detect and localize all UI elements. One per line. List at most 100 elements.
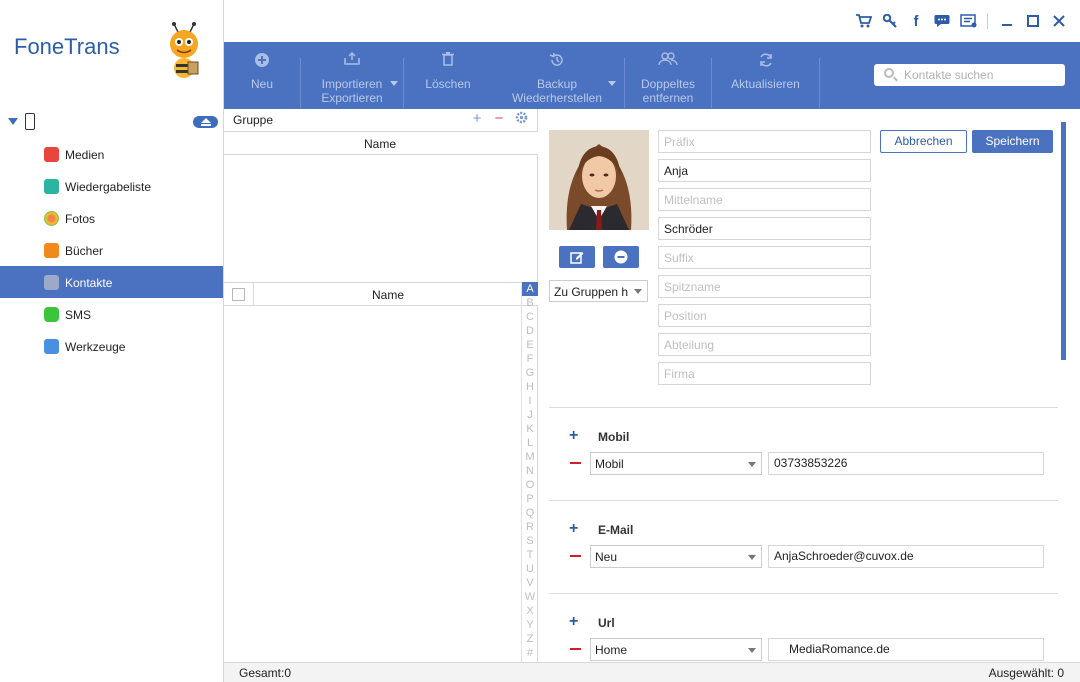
email-type-select[interactable]: Neu xyxy=(590,545,762,568)
alpha-letter[interactable]: K xyxy=(522,422,538,436)
sidebar-item-fotos[interactable]: Fotos xyxy=(0,202,223,234)
alpha-letter[interactable]: E xyxy=(522,338,538,352)
add-to-group-select[interactable]: Zu Gruppen h xyxy=(549,280,648,302)
alpha-letter[interactable]: D xyxy=(522,324,538,338)
alpha-letter[interactable]: R xyxy=(522,520,538,534)
alpha-letter[interactable]: L xyxy=(522,436,538,450)
feedback-list-icon[interactable] xyxy=(955,11,981,31)
add-url-icon[interactable]: + xyxy=(569,614,581,630)
first-name-field[interactable] xyxy=(658,159,871,182)
alpha-letter[interactable]: Y xyxy=(522,618,538,632)
toolbar-divider xyxy=(819,58,820,108)
prefix-field[interactable] xyxy=(658,130,871,153)
alpha-letter[interactable]: F xyxy=(522,352,538,366)
eject-icon[interactable] xyxy=(193,116,218,128)
group-settings-gear-icon[interactable] xyxy=(514,111,528,127)
cart-icon[interactable] xyxy=(851,11,877,31)
alpha-letter[interactable]: W xyxy=(522,590,538,604)
middle-name-field[interactable] xyxy=(658,188,871,211)
alpha-letter[interactable]: S xyxy=(522,534,538,548)
add-email-icon[interactable]: + xyxy=(569,521,581,537)
sidebar-item-werkzeuge[interactable]: Werkzeuge xyxy=(0,330,223,362)
chevron-down-icon xyxy=(748,462,756,467)
export-label: Exportieren xyxy=(321,91,383,105)
minimize-icon[interactable] xyxy=(994,11,1020,31)
close-icon[interactable] xyxy=(1046,11,1072,31)
alpha-letter[interactable]: P xyxy=(522,492,538,506)
alpha-letter[interactable]: B xyxy=(522,296,538,310)
phone-value-field[interactable]: 03733853226 xyxy=(768,452,1044,475)
group-name-column[interactable]: Name xyxy=(364,137,396,151)
nickname-field[interactable] xyxy=(658,275,871,298)
email-section-title: E-Mail xyxy=(598,523,634,537)
url-value-field[interactable]: MediaRomance.de xyxy=(768,638,1044,661)
position-field[interactable] xyxy=(658,304,871,327)
remove-email-icon[interactable] xyxy=(570,555,581,557)
alpha-letter[interactable]: I xyxy=(522,394,538,408)
alpha-letter[interactable]: J xyxy=(522,408,538,422)
remove-photo-button[interactable] xyxy=(603,246,639,268)
refresh-button[interactable]: Aktualisieren xyxy=(712,42,819,109)
company-field[interactable] xyxy=(658,362,871,385)
alpha-letter[interactable]: G xyxy=(522,366,538,380)
alpha-letter[interactable]: X xyxy=(522,604,538,618)
sms-icon xyxy=(44,307,59,322)
alpha-letter[interactable]: C xyxy=(522,310,538,324)
sidebar-item-kontakte[interactable]: Kontakte xyxy=(0,266,223,298)
alpha-letter[interactable]: # xyxy=(522,646,538,660)
alpha-letter[interactable]: N xyxy=(522,464,538,478)
sidebar-item-label: Wiedergabeliste xyxy=(65,180,152,194)
dropdown-arrow-icon[interactable] xyxy=(608,81,616,86)
remove-group-icon[interactable]: − xyxy=(492,111,506,127)
device-row[interactable]: iPhone 5s xyxy=(0,110,224,134)
contact-name-column[interactable]: Name xyxy=(372,288,404,302)
scrollbar[interactable] xyxy=(1061,122,1066,360)
suffix-field[interactable] xyxy=(658,246,871,269)
alpha-letter[interactable]: T xyxy=(522,548,538,562)
save-button[interactable]: Speichern xyxy=(972,130,1053,153)
import-export-button[interactable]: Importieren Exportieren xyxy=(301,42,403,109)
remove-phone-icon[interactable] xyxy=(570,462,581,464)
facebook-icon[interactable]: f xyxy=(903,11,929,31)
edit-photo-button[interactable] xyxy=(559,246,595,268)
alpha-letter[interactable]: A xyxy=(522,282,538,296)
sidebar-item-label: Bücher xyxy=(65,244,104,258)
cancel-button[interactable]: Abbrechen xyxy=(880,130,967,153)
delete-button[interactable]: Löschen xyxy=(404,42,492,109)
alpha-letter[interactable]: U xyxy=(522,562,538,576)
phone-type-select[interactable]: Mobil xyxy=(590,452,762,475)
alpha-letter[interactable]: V xyxy=(522,576,538,590)
alpha-letter[interactable]: Z xyxy=(522,632,538,646)
select-all-checkbox[interactable] xyxy=(232,288,245,301)
alpha-letter[interactable]: O xyxy=(522,478,538,492)
last-name-field[interactable] xyxy=(658,217,871,240)
key-icon[interactable] xyxy=(877,11,903,31)
sidebar-item-medien[interactable]: Medien xyxy=(0,138,223,170)
expand-caret-icon[interactable] xyxy=(8,118,18,125)
alpha-letter[interactable]: Q xyxy=(522,506,538,520)
chat-icon[interactable] xyxy=(929,11,955,31)
contact-photo[interactable] xyxy=(549,130,649,230)
email-value-field[interactable]: AnjaSchroeder@cuvox.de xyxy=(768,545,1044,568)
department-field[interactable] xyxy=(658,333,871,356)
sidebar-item-buecher[interactable]: Bücher xyxy=(0,234,223,266)
alpha-letter[interactable]: M xyxy=(522,450,538,464)
alpha-letter[interactable]: H xyxy=(522,380,538,394)
iphone-icon xyxy=(25,113,35,130)
sidebar: FoneTrans iPhone 5s Medien Wiedergabelis… xyxy=(0,0,224,682)
backup-restore-button[interactable]: Backup Wiederherstellen xyxy=(492,42,622,109)
dropdown-arrow-icon[interactable] xyxy=(390,81,398,86)
search-input[interactable] xyxy=(904,66,1059,84)
sidebar-item-wiedergabeliste[interactable]: Wiedergabeliste xyxy=(0,170,223,202)
toolbox-icon xyxy=(44,339,59,354)
add-phone-icon[interactable]: + xyxy=(569,428,581,444)
sidebar-item-label: Medien xyxy=(65,148,105,162)
url-type-select[interactable]: Home xyxy=(590,638,762,661)
remove-duplicates-button[interactable]: Doppeltes entfernen xyxy=(625,42,711,109)
search-box[interactable] xyxy=(874,64,1065,86)
new-button[interactable]: Neu xyxy=(224,42,300,109)
sidebar-item-sms[interactable]: SMS xyxy=(0,298,223,330)
maximize-icon[interactable] xyxy=(1020,11,1046,31)
add-group-icon[interactable]: + xyxy=(470,111,484,127)
remove-url-icon[interactable] xyxy=(570,648,581,650)
